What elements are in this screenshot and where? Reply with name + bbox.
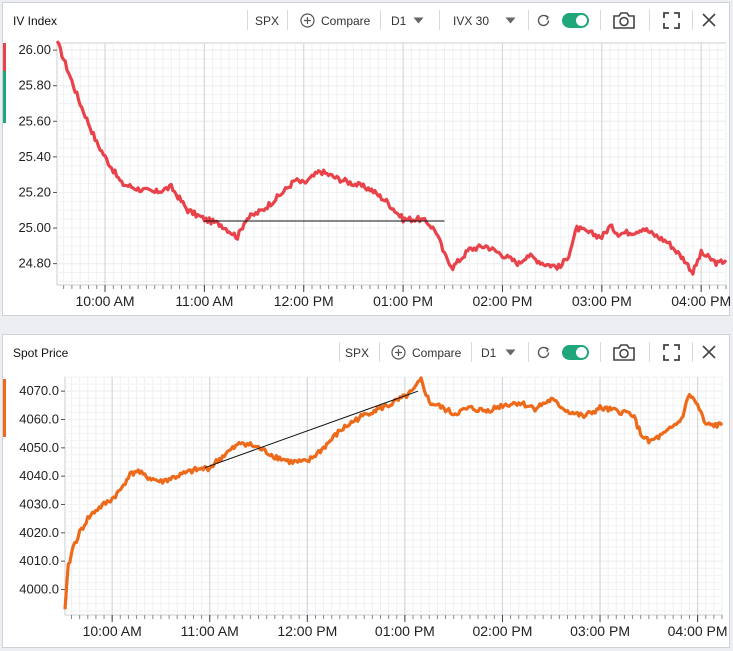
y-tick-label: 4060.0 — [19, 412, 59, 427]
spot-price-panel: Spot Price SPX Compare D1 4070.0 4060.0 40… — [2, 334, 730, 648]
spot-price-chart: 4070.0 4060.0 4050.0 4040.0 4030.0 4020.0 4010… — [3, 376, 728, 639]
separator — [471, 342, 472, 362]
y-tick-label: 26.00 — [18, 42, 51, 57]
x-tick-label: 02:00 PM — [472, 623, 532, 639]
chevron-down-icon[interactable] — [505, 17, 516, 24]
x-tick-label: 02:00 PM — [472, 293, 532, 309]
plus-circle-icon[interactable] — [391, 345, 406, 360]
symbol-selector[interactable]: SPX — [255, 14, 279, 28]
separator — [528, 342, 529, 362]
auto-update-toggle[interactable] — [562, 345, 589, 360]
timeframe-selector[interactable]: D1 — [481, 346, 496, 360]
refresh-icon[interactable] — [536, 13, 551, 28]
panel-title: Spot Price — [13, 346, 69, 360]
fullscreen-icon[interactable] — [663, 12, 680, 29]
chevron-down-icon[interactable] — [413, 17, 424, 24]
y-tick-label: 25.00 — [18, 220, 51, 235]
panel-header: Spot Price SPX Compare D1 — [3, 335, 729, 369]
x-tick-label: 04:00 PM — [668, 623, 728, 639]
plot-area — [56, 42, 727, 286]
separator — [692, 10, 693, 30]
x-tick-label: 11:00 AM — [181, 623, 239, 639]
separator — [379, 342, 380, 362]
close-icon[interactable] — [702, 345, 716, 359]
separator — [380, 10, 381, 30]
axis-marker-red — [3, 43, 6, 71]
y-tick-label: 4030.0 — [19, 497, 59, 512]
iv-index-chart: 26.00 25.80 25.60 25.40 25.20 25.00 24.80 10:00… — [3, 40, 731, 309]
metric-selector[interactable]: IVX 30 — [453, 14, 489, 28]
x-tick-label: 01:00 PM — [373, 293, 433, 309]
x-tick-label: 12:00 PM — [277, 623, 337, 639]
y-tick-label: 4010.0 — [19, 553, 59, 568]
separator — [600, 10, 601, 30]
symbol-selector[interactable]: SPX — [345, 346, 369, 360]
x-tick-label: 10:00 AM — [75, 293, 134, 309]
axis-marker-orange — [3, 379, 6, 437]
separator — [692, 342, 693, 362]
separator — [649, 342, 650, 362]
y-tick-label: 4070.0 — [19, 383, 59, 398]
axis-marker-green — [3, 71, 6, 123]
chevron-down-icon[interactable] — [505, 349, 516, 356]
iv-index-panel: IV Index SPX Compare D1 IVX 30 26.00 25.8… — [2, 2, 731, 316]
auto-update-toggle[interactable] — [562, 13, 589, 28]
camera-icon[interactable] — [612, 342, 636, 362]
separator — [649, 10, 650, 30]
x-tick-label: 03:00 PM — [572, 293, 632, 309]
y-tick-label: 4050.0 — [19, 440, 59, 455]
y-tick-label: 4040.0 — [19, 468, 59, 483]
panel-title: IV Index — [13, 14, 58, 28]
separator — [287, 10, 288, 30]
timeframe-selector[interactable]: D1 — [391, 14, 406, 28]
panel-header: IV Index SPX Compare D1 IVX 30 — [3, 3, 729, 37]
x-tick-label: 03:00 PM — [570, 623, 630, 639]
y-tick-label: 4000.0 — [19, 582, 59, 597]
y-tick-label: 4020.0 — [19, 525, 59, 540]
fullscreen-icon[interactable] — [663, 344, 680, 361]
separator — [528, 10, 529, 30]
separator — [247, 10, 248, 30]
separator — [339, 342, 340, 362]
camera-icon[interactable] — [612, 10, 636, 30]
x-tick-label: 04:00 PM — [671, 293, 731, 309]
y-tick-label: 25.20 — [18, 184, 51, 199]
separator — [439, 10, 440, 30]
y-tick-label: 25.40 — [18, 149, 51, 164]
x-tick-label: 11:00 AM — [175, 293, 233, 309]
compare-button[interactable]: Compare — [412, 346, 461, 360]
separator — [600, 342, 601, 362]
close-icon[interactable] — [702, 13, 716, 27]
x-tick-label: 12:00 PM — [274, 293, 334, 309]
y-tick-label: 24.80 — [18, 256, 51, 271]
x-tick-label: 01:00 PM — [375, 623, 435, 639]
refresh-icon[interactable] — [536, 345, 551, 360]
compare-button[interactable]: Compare — [321, 14, 370, 28]
y-tick-label: 25.80 — [18, 78, 51, 93]
x-tick-label: 10:00 AM — [83, 623, 142, 639]
plus-circle-icon[interactable] — [300, 13, 315, 28]
y-tick-label: 25.60 — [18, 113, 51, 128]
